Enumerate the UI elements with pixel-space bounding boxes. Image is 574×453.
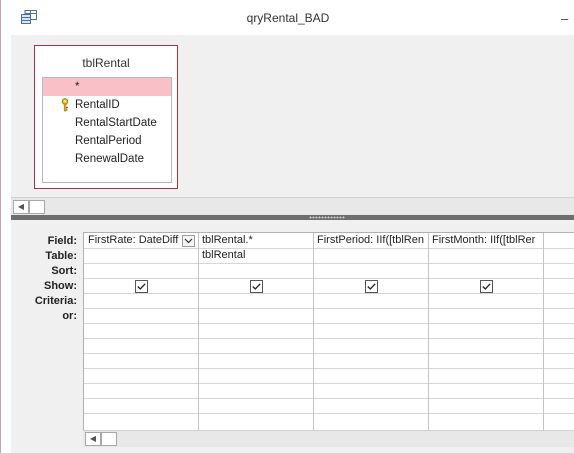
field-list-item-all[interactable]: *	[43, 78, 171, 96]
grid-row-divider	[84, 368, 574, 369]
grid-horizontal-scrollbar[interactable]: ◀	[83, 430, 574, 447]
grid-column-divider[interactable]	[543, 233, 544, 433]
field-list-item-rentalstartdate[interactable]: RentalStartDate	[43, 114, 171, 132]
show-checkbox[interactable]	[250, 280, 263, 293]
grid-row-divider	[84, 398, 574, 399]
field-label: RentalID	[75, 99, 120, 111]
table-name[interactable]: tblRental	[35, 56, 177, 70]
grid-field-cell[interactable]	[547, 233, 574, 248]
grid-table-cell[interactable]: tblRental	[202, 248, 310, 263]
grid-row-divider	[84, 323, 574, 324]
grid-field-cell[interactable]: FirstMonth: IIf([tblRer	[432, 233, 542, 248]
row-label-sort: Sort:	[51, 265, 77, 277]
design-grid-pane: Field: Table: Sort: Show: Criteria: or:	[11, 220, 574, 453]
grid-column-divider[interactable]	[313, 233, 314, 433]
grid-row-divider	[84, 353, 574, 354]
grid-row-divider	[84, 263, 574, 264]
field-list-item-rentalid[interactable]: RentalID	[43, 96, 171, 114]
grid-row-divider	[84, 293, 574, 294]
splitter-grip-icon[interactable]	[309, 216, 345, 219]
grid-row-divider	[84, 383, 574, 384]
grid-table-cell[interactable]	[432, 248, 540, 263]
grid-table-cell[interactable]	[88, 248, 196, 263]
row-label-table: Table:	[45, 250, 77, 262]
table-pane-horizontal-scrollbar[interactable]: ◀	[11, 197, 574, 216]
query-design-grid: FirstRate: DateDiff tblRental.* tblRenta…	[83, 232, 574, 433]
row-label-field: Field:	[47, 235, 77, 247]
grid-column-divider[interactable]	[428, 233, 429, 433]
scroll-left-icon[interactable]: ◀	[85, 432, 101, 446]
grid-field-cell[interactable]: FirstPeriod: IIf([tblRen	[317, 233, 427, 248]
grid-table-cell[interactable]	[317, 248, 425, 263]
chevron-down-icon	[184, 238, 193, 244]
grid-field-cell[interactable]: tblRental.*	[202, 233, 310, 248]
scroll-thumb[interactable]	[101, 432, 117, 446]
table-field-list-window[interactable]: tblRental * RentalID RentalStartDate Ren…	[34, 45, 178, 189]
grid-row-divider	[84, 338, 574, 339]
field-dropdown-button[interactable]	[182, 235, 195, 247]
table-pane: tblRental * RentalID RentalStartDate Ren…	[11, 35, 574, 197]
checkmark-icon	[252, 283, 261, 290]
query-design-window: qryRental_BAD – tblRental * RentalID Ren…	[0, 0, 574, 453]
scroll-left-icon[interactable]: ◀	[13, 200, 29, 214]
checkmark-icon	[482, 283, 491, 290]
grid-field-cell[interactable]: FirstRate: DateDiff	[88, 233, 182, 248]
show-checkbox[interactable]	[365, 280, 378, 293]
field-label: RentalPeriod	[75, 135, 142, 147]
grid-row-divider	[84, 308, 574, 309]
primary-key-icon	[61, 98, 69, 112]
window-title: qryRental_BAD	[246, 11, 330, 25]
show-checkbox[interactable]	[480, 280, 493, 293]
show-checkbox[interactable]	[135, 280, 148, 293]
scroll-thumb[interactable]	[29, 200, 45, 214]
field-list-item-renewaldate[interactable]: RenewalDate	[43, 150, 171, 168]
field-label: *	[75, 81, 80, 93]
row-label-show: Show:	[44, 280, 77, 292]
row-label-or: or:	[62, 310, 77, 322]
minimize-button[interactable]: –	[561, 11, 568, 26]
row-label-criteria: Criteria:	[34, 295, 77, 307]
field-list: * RentalID RentalStartDate RentalPeriod …	[42, 77, 172, 183]
checkmark-icon	[367, 283, 376, 290]
field-list-item-rentalperiod[interactable]: RentalPeriod	[43, 132, 171, 150]
title-bar: qryRental_BAD –	[1, 0, 574, 34]
checkmark-icon	[137, 283, 146, 290]
grid-column-divider[interactable]	[198, 233, 199, 433]
grid-row-divider	[84, 278, 574, 279]
field-label: RenewalDate	[75, 153, 145, 165]
grid-row-divider	[84, 413, 574, 414]
field-label: RentalStartDate	[75, 117, 157, 129]
